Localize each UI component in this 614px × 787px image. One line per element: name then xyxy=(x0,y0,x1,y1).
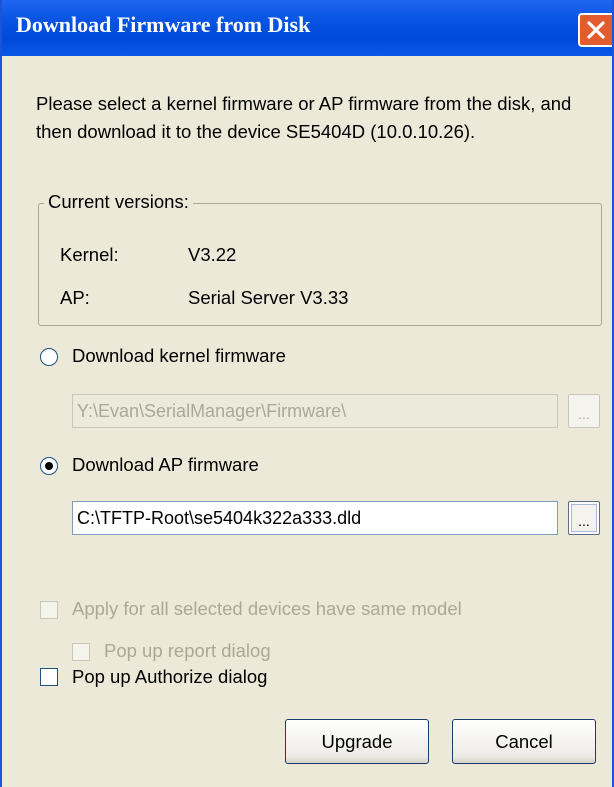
title-bar[interactable]: Download Firmware from Disk xyxy=(2,0,612,56)
kernel-path-field[interactable]: Y:\Evan\SerialManager\Firmware\ xyxy=(72,394,558,428)
download-firmware-dialog: Download Firmware from Disk Please selec… xyxy=(0,0,614,787)
popup-report-checkbox[interactable] xyxy=(72,643,90,661)
popup-authorize-label[interactable]: Pop up Authorize dialog xyxy=(72,666,267,688)
kernel-firmware-radio[interactable] xyxy=(40,348,58,366)
ap-firmware-label[interactable]: Download AP firmware xyxy=(72,454,259,476)
kernel-version: V3.22 xyxy=(188,244,237,265)
ap-browse-button[interactable]: ... xyxy=(568,501,600,535)
kernel-firmware-label[interactable]: Download kernel firmware xyxy=(72,345,286,367)
kernel-browse-button[interactable]: ... xyxy=(568,394,600,428)
apply-all-label[interactable]: Apply for all selected devices have same… xyxy=(72,598,462,620)
ap-path-field[interactable]: C:\TFTP-Root\se5404k322a333.dld xyxy=(72,501,558,535)
upgrade-button[interactable]: Upgrade xyxy=(285,719,429,764)
apply-all-checkbox[interactable] xyxy=(40,601,58,619)
ap-version: Serial Server V3.33 xyxy=(188,287,349,308)
popup-report-label[interactable]: Pop up report dialog xyxy=(104,640,271,662)
cancel-button[interactable]: Cancel xyxy=(452,719,596,764)
popup-authorize-checkbox[interactable] xyxy=(40,668,58,686)
dialog-title: Download Firmware from Disk xyxy=(16,12,311,37)
kernel-label: Kernel: xyxy=(60,244,119,265)
ap-label: AP: xyxy=(60,287,90,308)
close-button[interactable] xyxy=(578,13,612,47)
description-text: Please select a kernel firmware or AP fi… xyxy=(36,93,572,142)
close-icon xyxy=(587,21,605,39)
ap-firmware-radio[interactable] xyxy=(40,457,58,475)
current-versions-legend: Current versions: xyxy=(44,191,193,213)
